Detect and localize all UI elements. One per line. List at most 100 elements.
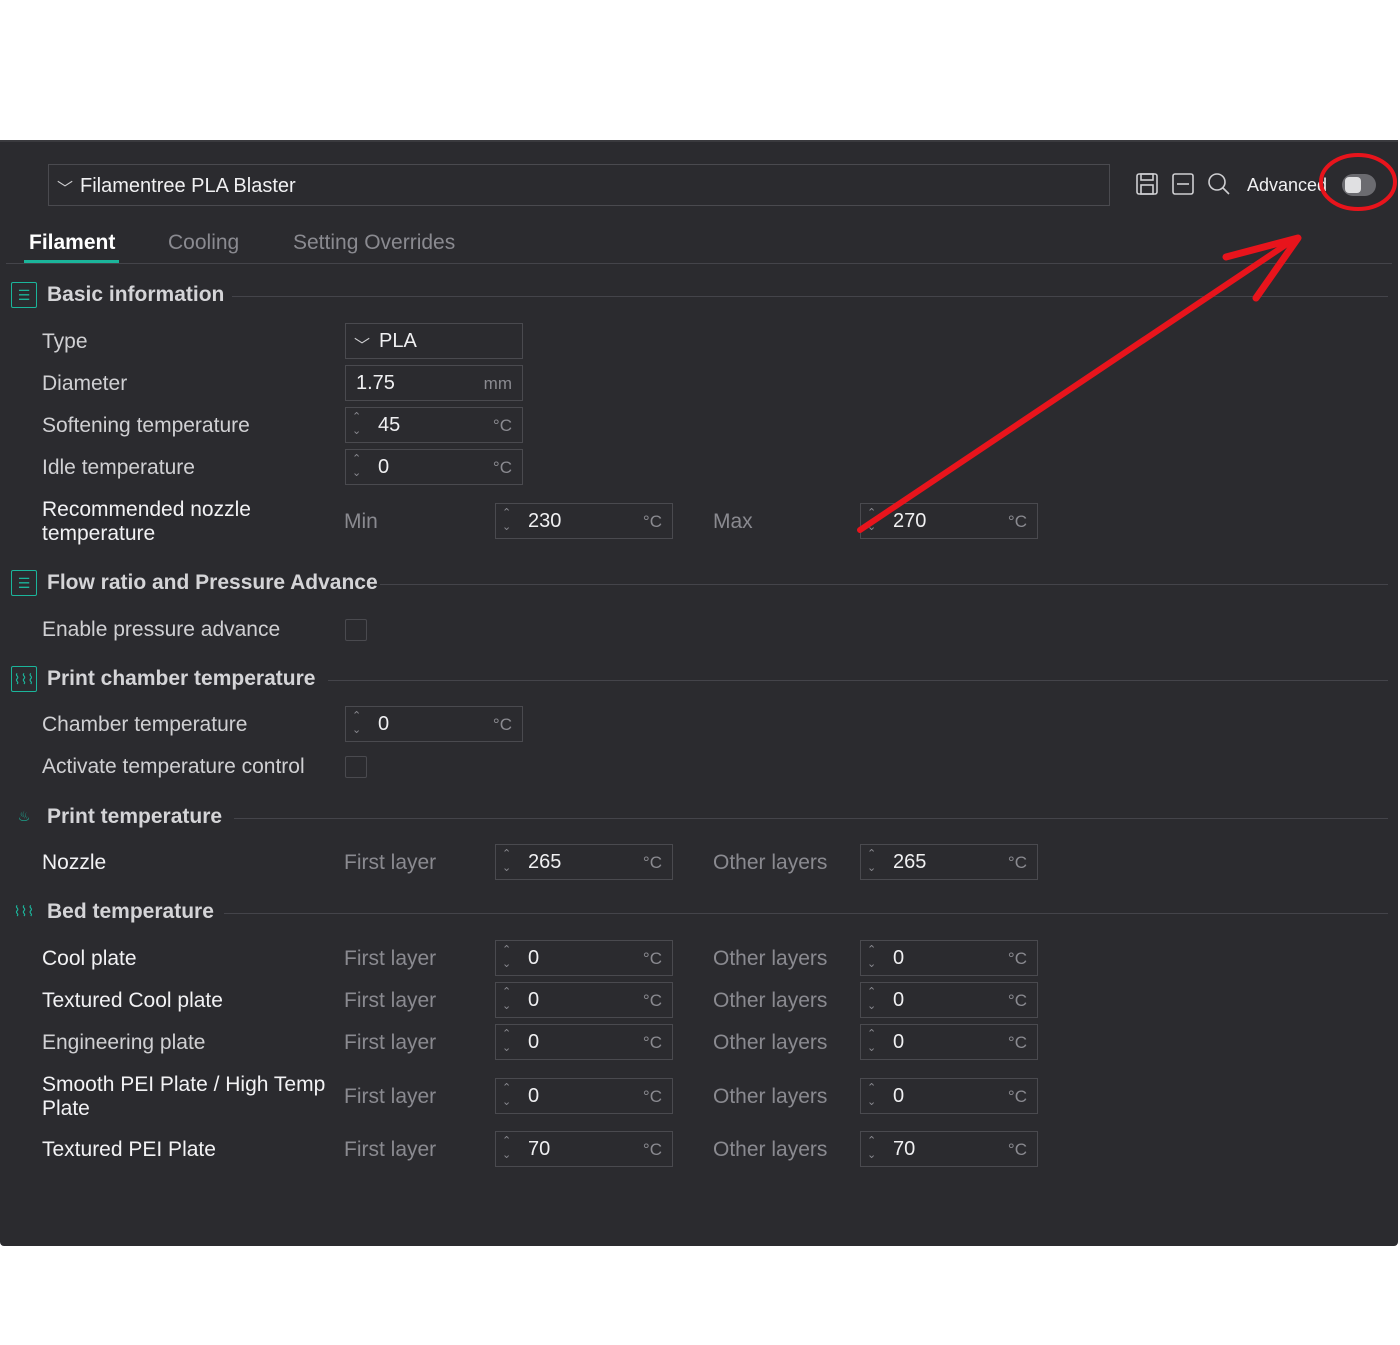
- list-icon: ☰: [11, 570, 37, 596]
- bed-other-value: 0: [893, 947, 905, 969]
- other-layers-label: Other layers: [713, 947, 828, 970]
- spin-arrows-icon[interactable]: ⌃ ⌄: [352, 709, 361, 737]
- save-icon[interactable]: [1135, 172, 1159, 202]
- bed-other-layers-input[interactable]: ⌃ ⌄ 0 °C: [860, 940, 1038, 976]
- spin-arrows-icon[interactable]: ⌃ ⌄: [352, 410, 361, 438]
- advanced-label: Advanced: [1247, 175, 1328, 195]
- preset-name: Filamentree PLA Blaster: [80, 175, 296, 197]
- first-layer-label: First layer: [344, 1138, 437, 1161]
- unit-label: °C: [1007, 949, 1027, 968]
- bed-row-label-line1: Smooth PEI Plate / High Temp: [42, 1073, 326, 1096]
- unit-label: °C: [492, 416, 512, 435]
- nozzle-max-input[interactable]: ⌃ ⌄ 270 °C: [860, 503, 1038, 539]
- bed-first-layer-input[interactable]: ⌃ ⌄ 0 °C: [495, 940, 673, 976]
- section-basic-information: Basic information: [47, 283, 225, 306]
- nozzle-first-layer-input[interactable]: ⌃ ⌄ 265 °C: [495, 844, 673, 880]
- bed-first-value: 0: [528, 1085, 540, 1107]
- spin-arrows-icon[interactable]: ⌃ ⌄: [502, 943, 511, 971]
- temperature-control-checkbox[interactable]: [345, 756, 367, 778]
- spin-arrows-icon[interactable]: ⌃ ⌄: [502, 1081, 511, 1109]
- spin-arrows-icon[interactable]: ⌃ ⌄: [867, 847, 876, 875]
- unit-label: °C: [642, 853, 662, 872]
- bed-heat-icon: ⌇⌇⌇: [13, 903, 35, 919]
- other-layers-label: Other layers: [713, 1031, 828, 1054]
- temperature-control-label: Activate temperature control: [42, 755, 305, 778]
- compare-icon[interactable]: [1171, 172, 1195, 202]
- recommended-nozzle-label-line2: temperature: [42, 522, 156, 545]
- list-icon: ☰: [11, 282, 37, 308]
- section-print-chamber: Print chamber temperature: [47, 667, 316, 690]
- bed-other-layers-input[interactable]: ⌃ ⌄ 0 °C: [860, 1024, 1038, 1060]
- bed-first-value: 0: [528, 947, 540, 969]
- spin-arrows-icon[interactable]: ⌃ ⌄: [867, 1134, 876, 1162]
- bed-other-value: 0: [893, 989, 905, 1011]
- idle-temperature-label: Idle temperature: [42, 456, 195, 479]
- bed-first-layer-input[interactable]: ⌃ ⌄ 0 °C: [495, 1024, 673, 1060]
- section-bed-temperature: Bed temperature: [47, 900, 214, 923]
- bed-row-label-line2: Plate: [42, 1097, 90, 1120]
- nozzle-max-value: 270: [893, 510, 927, 532]
- heat-icon: ⌇⌇⌇: [11, 666, 37, 692]
- spin-arrows-icon[interactable]: ⌃ ⌄: [502, 847, 511, 875]
- bed-row-label: Textured PEI Plate: [42, 1138, 216, 1161]
- spin-arrows-icon[interactable]: ⌃ ⌄: [867, 1027, 876, 1055]
- unit-label: °C: [1007, 1087, 1027, 1106]
- bed-other-layers-input[interactable]: ⌃ ⌄ 70 °C: [860, 1131, 1038, 1167]
- nozzle-first-value: 265: [528, 851, 562, 873]
- bed-first-layer-input[interactable]: ⌃ ⌄ 0 °C: [495, 1078, 673, 1114]
- bed-other-value: 70: [893, 1138, 916, 1160]
- spin-arrows-icon[interactable]: ⌃ ⌄: [502, 1027, 511, 1055]
- tab-divider: [6, 263, 1392, 264]
- bed-row-label: Engineering plate: [42, 1031, 206, 1054]
- diameter-input[interactable]: 1.75 mm: [345, 365, 523, 401]
- unit-label: °C: [1007, 991, 1027, 1010]
- spin-arrows-icon[interactable]: ⌃ ⌄: [352, 452, 361, 480]
- softening-value: 45: [378, 414, 401, 436]
- section-print-temperature: Print temperature: [47, 805, 223, 828]
- spin-arrows-icon[interactable]: ⌃ ⌄: [502, 1134, 511, 1162]
- spin-arrows-icon[interactable]: ⌃ ⌄: [502, 985, 511, 1013]
- recommended-nozzle-label-line1: Recommended nozzle: [42, 498, 251, 521]
- idle-temperature-input[interactable]: ⌃ ⌄ 0 °C: [345, 449, 523, 485]
- spin-arrows-icon[interactable]: ⌃ ⌄: [867, 943, 876, 971]
- spin-arrows-icon[interactable]: ⌃ ⌄: [867, 1081, 876, 1109]
- min-label: Min: [344, 510, 378, 533]
- section-divider: [234, 818, 1388, 819]
- type-select[interactable]: ﹀ PLA: [345, 323, 523, 359]
- pressure-advance-checkbox[interactable]: [345, 619, 367, 641]
- spin-arrows-icon[interactable]: ⌃ ⌄: [502, 506, 511, 534]
- unit-label: °C: [642, 1087, 662, 1106]
- bed-other-layers-input[interactable]: ⌃ ⌄ 0 °C: [860, 1078, 1038, 1114]
- nozzle-min-input[interactable]: ⌃ ⌄ 230 °C: [495, 503, 673, 539]
- chamber-value: 0: [378, 713, 390, 735]
- unit-label: °C: [492, 458, 512, 477]
- tab-setting-overrides[interactable]: Setting Overrides: [293, 231, 455, 255]
- advanced-toggle[interactable]: [1342, 174, 1376, 196]
- bed-other-value: 0: [893, 1031, 905, 1053]
- chevron-down-icon: ﹀: [57, 181, 74, 198]
- unit-label: °C: [642, 991, 662, 1010]
- unit-label: mm: [483, 374, 512, 393]
- chamber-temperature-input[interactable]: ⌃ ⌄ 0 °C: [345, 706, 523, 742]
- softening-temperature-input[interactable]: ⌃ ⌄ 45 °C: [345, 407, 523, 443]
- unit-label: °C: [642, 1033, 662, 1052]
- other-layers-label: Other layers: [713, 989, 828, 1012]
- tab-cooling[interactable]: Cooling: [168, 231, 239, 255]
- preset-dropdown[interactable]: ﹀ Filamentree PLA Blaster: [48, 164, 1110, 206]
- tab-filament[interactable]: Filament: [29, 231, 115, 255]
- search-icon[interactable]: [1207, 172, 1231, 202]
- toggle-knob: [1345, 177, 1361, 193]
- spin-arrows-icon[interactable]: ⌃ ⌄: [867, 506, 876, 534]
- type-value: PLA: [379, 330, 417, 352]
- bed-first-layer-input[interactable]: ⌃ ⌄ 0 °C: [495, 982, 673, 1018]
- section-flow-ratio: Flow ratio and Pressure Advance: [47, 571, 378, 594]
- first-layer-label: First layer: [344, 851, 437, 874]
- diameter-label: Diameter: [42, 372, 128, 395]
- bed-first-layer-input[interactable]: ⌃ ⌄ 70 °C: [495, 1131, 673, 1167]
- unit-label: °C: [1007, 512, 1027, 531]
- nozzle-other-layers-input[interactable]: ⌃ ⌄ 265 °C: [860, 844, 1038, 880]
- unit-label: °C: [642, 949, 662, 968]
- spin-arrows-icon[interactable]: ⌃ ⌄: [867, 985, 876, 1013]
- first-layer-label: First layer: [344, 947, 437, 970]
- bed-other-layers-input[interactable]: ⌃ ⌄ 0 °C: [860, 982, 1038, 1018]
